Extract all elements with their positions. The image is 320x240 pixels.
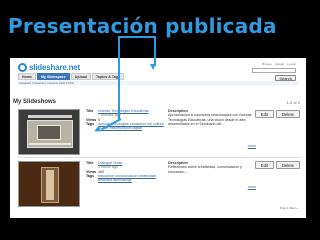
sub-nav[interactable]: Uploaded | Favorites | Contacts | Edit P… (18, 81, 298, 85)
delete-button[interactable]: Delete (275, 110, 300, 118)
slideshow-thumbnail[interactable] (18, 161, 80, 207)
slideshow-meta: Title Dialogue Vidas 1 month ago Views 480… (86, 161, 170, 182)
slideshare-logo[interactable]: slideshare.net (18, 62, 80, 72)
nav-my-slidespace[interactable]: My Slidespace (37, 73, 70, 80)
callout-line (154, 36, 156, 66)
delete-button[interactable]: Delete (275, 161, 300, 169)
slideshare-logo-icon (18, 62, 27, 72)
more-link[interactable]: more (248, 185, 256, 189)
slideshow-thumbnail[interactable] (18, 109, 80, 155)
more-link[interactable]: more (248, 144, 256, 148)
screenshot-panel: slideshare.net Browse · Upload · Logout … (10, 58, 306, 218)
slideshow-tags[interactable]: educacion comunicacion creatividad didac… (98, 174, 168, 183)
slide-image-icon (37, 125, 61, 140)
nav-upload[interactable]: Upload (70, 73, 91, 80)
edit-button[interactable]: Edit (254, 161, 274, 169)
pager-top: 1-2 of 2 (286, 100, 300, 105)
search-input[interactable] (252, 68, 296, 73)
search-area (252, 68, 296, 73)
slideshow-description: Description Reflexiones sobre creativida… (168, 161, 256, 189)
top-links[interactable]: Browse · Upload · Logout (262, 62, 296, 66)
section-title: My Slideshows (13, 99, 57, 105)
callout-line (118, 36, 120, 120)
slide-title: Presentación publicada (8, 14, 277, 38)
arrow-down-icon (150, 64, 156, 70)
edit-button[interactable]: Edit (254, 110, 274, 118)
main-nav: Home My Slidespace Upload Topics & Tags (18, 73, 125, 80)
slideshow-row: Title Dialogue Vidas 1 month ago Views 480… (18, 161, 302, 207)
nav-home[interactable]: Home (18, 73, 36, 80)
slideshow-row: Title Nuevas Tecnologias Educativas 7 min… (18, 109, 302, 158)
pager-bottom[interactable]: Prev 1 Next » (280, 206, 298, 210)
description-text: Aproximacion a conceptos relacionados co… (168, 113, 252, 126)
description-text: Reflexiones sobre creatividad, comunicac… (168, 165, 242, 174)
slideshow-description: Description Aproximacion a conceptos rel… (168, 109, 256, 148)
callout-line (118, 36, 156, 38)
slide-image-icon (46, 170, 54, 200)
brand-name: slideshare (29, 62, 67, 72)
